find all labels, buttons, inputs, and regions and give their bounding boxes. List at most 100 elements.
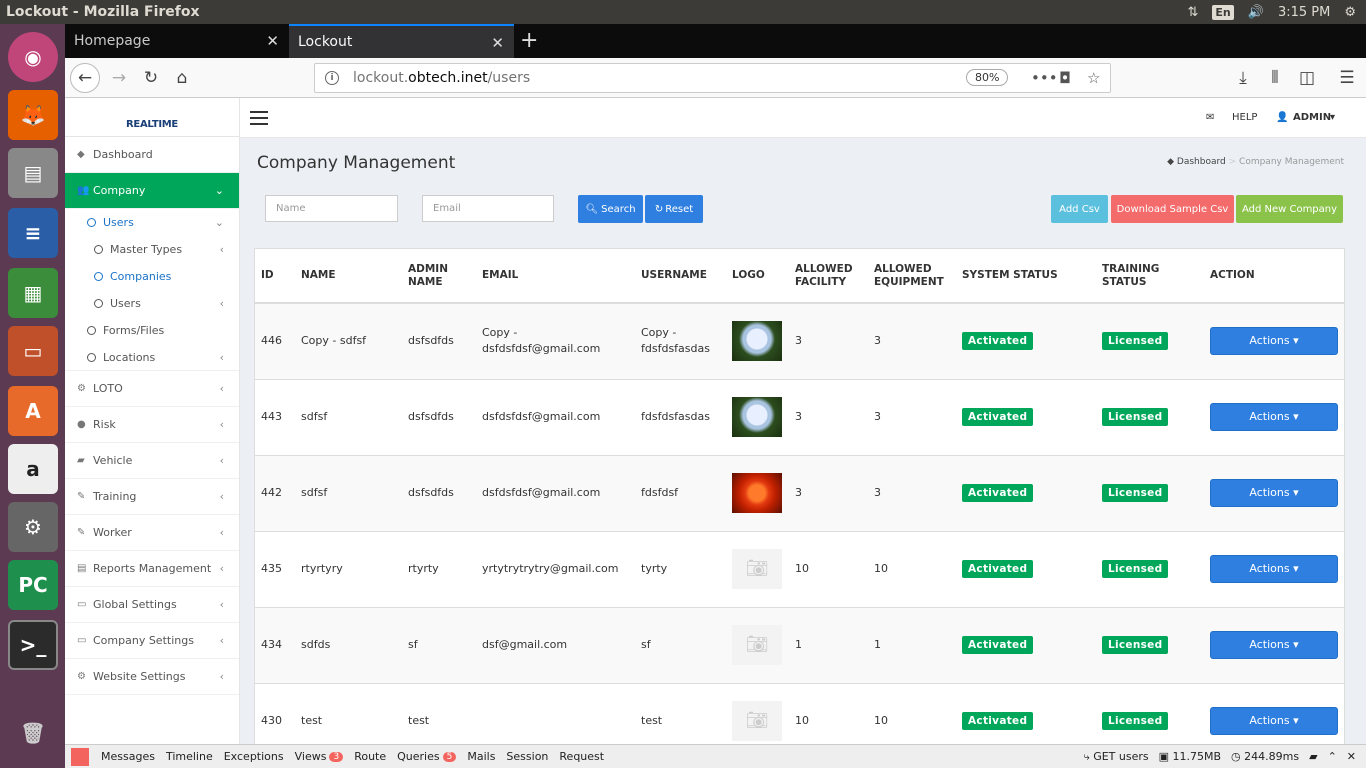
name-filter-input[interactable]: Name xyxy=(265,195,398,222)
debugbar-tab[interactable]: Messages xyxy=(101,750,155,763)
impress-icon[interactable]: ▭ xyxy=(8,326,58,376)
back-icon[interactable]: ← xyxy=(70,63,100,93)
actions-dropdown-button[interactable]: Actions ▾ xyxy=(1210,403,1338,431)
close-tab-icon[interactable]: ✕ xyxy=(491,34,504,52)
software-center-icon[interactable]: A xyxy=(8,386,58,436)
close-tab-icon[interactable]: ✕ xyxy=(266,32,279,50)
sidebar-item-worker[interactable]: ✎ Worker ‹ xyxy=(65,515,239,551)
menu-icon[interactable]: ☰ xyxy=(1333,64,1361,92)
chevron-left-icon: ‹ xyxy=(219,562,224,575)
cell-email: dsfdsfdsf@gmail.com xyxy=(476,454,635,531)
bookmark-star-icon[interactable]: ☆ xyxy=(1087,69,1100,87)
firefox-icon[interactable]: 🦊 xyxy=(8,90,58,140)
search-icon: 🔍︎ xyxy=(585,203,599,215)
debugbar-tab[interactable]: Queries 5 xyxy=(397,750,457,763)
actions-dropdown-button[interactable]: Actions ▾ xyxy=(1210,555,1338,583)
page-actions-icon[interactable]: ••• xyxy=(1031,69,1058,87)
debugbar-logo-icon[interactable] xyxy=(71,747,89,766)
downloads-icon[interactable]: ⤓ xyxy=(1229,64,1257,92)
volume-icon[interactable]: 🔊 xyxy=(1248,5,1264,20)
terminal-icon[interactable]: >_ xyxy=(8,620,58,670)
company-logo-image xyxy=(732,321,782,362)
amazon-icon[interactable]: a xyxy=(8,444,58,494)
sidebar-item-vehicle[interactable]: ▰ Vehicle ‹ xyxy=(65,443,239,479)
library-icon[interactable]: ⫴ xyxy=(1261,64,1289,92)
debugbar-tab[interactable]: Session xyxy=(506,750,548,763)
url-path: /users xyxy=(487,70,531,86)
app-logo[interactable]: REALTIME xyxy=(65,98,239,137)
launcher: ◉ 🦊 ▤ ≡ ▦ ▭ A a ⚙ PC >_ 🗑 xyxy=(0,24,65,768)
http-method[interactable]: ⤷ GET users xyxy=(1084,750,1149,764)
sidebar-item-dashboard[interactable]: ◆ Dashboard xyxy=(65,137,239,173)
actions-dropdown-button[interactable]: Actions ▾ xyxy=(1210,327,1338,356)
sidebar-subitem-locations[interactable]: Locations ‹ xyxy=(65,344,239,371)
home-icon[interactable]: ⌂ xyxy=(168,64,196,92)
sidebar-subitem-forms-files[interactable]: Forms/Files xyxy=(65,317,239,344)
debugbar-tab[interactable]: Exceptions xyxy=(224,750,284,763)
files-icon[interactable]: ▤ xyxy=(8,148,58,198)
calc-icon[interactable]: ▦ xyxy=(8,268,58,318)
close-icon[interactable]: ✕ xyxy=(1347,750,1356,764)
caret-down-icon[interactable]: ▾ xyxy=(1330,112,1335,123)
add-csv-button[interactable]: Add Csv xyxy=(1051,195,1108,223)
zoom-indicator[interactable]: 80% xyxy=(966,69,1009,86)
debugbar-tab[interactable]: Timeline xyxy=(166,750,213,763)
breadcrumb-home[interactable]: Dashboard xyxy=(1177,157,1226,167)
sidebar-subitem-master-types[interactable]: Master Types ‹ xyxy=(65,236,239,263)
chevron-up-icon[interactable]: ⌃ xyxy=(1328,750,1337,764)
trash-icon[interactable]: 🗑 xyxy=(8,708,58,758)
url-bar[interactable]: i lockout.obtech.inet/users 80% ••• ◘ ☆ xyxy=(314,63,1111,93)
debugbar-tab[interactable]: Request xyxy=(559,750,604,763)
sidebar-subitem-companies[interactable]: Companies xyxy=(65,263,239,290)
sidebar-item-reports-management[interactable]: ▤ Reports Management ‹ xyxy=(65,551,239,587)
column-header: NAME xyxy=(295,249,402,304)
tab-lockout[interactable]: Lockout ✕ xyxy=(289,24,514,58)
search-button[interactable]: 🔍︎ Search xyxy=(578,195,643,223)
site-info-icon[interactable]: i xyxy=(325,71,339,85)
cell-logo: 📷︎ xyxy=(726,606,789,683)
cell-allowed-facility: 1 xyxy=(789,606,868,683)
reload-icon[interactable]: ↻ xyxy=(137,64,165,92)
open-folder-icon[interactable]: ▰ xyxy=(1309,750,1317,764)
sidebar-subitem-users-2[interactable]: Users ‹ xyxy=(65,290,239,317)
cell-username: fdsfdsf xyxy=(635,454,726,531)
chevron-left-icon: ‹ xyxy=(219,670,224,683)
clock[interactable]: 3:15 PM xyxy=(1278,5,1330,20)
sidebar-item-website-settings[interactable]: ⚙ Website Settings ‹ xyxy=(65,659,239,695)
pycharm-icon[interactable]: PC xyxy=(8,560,58,610)
status-badge: Licensed xyxy=(1102,560,1169,578)
keyboard-layout[interactable]: En xyxy=(1212,4,1234,20)
help-link[interactable]: HELP xyxy=(1232,112,1257,123)
sidebar-item-global-settings[interactable]: ▭ Global Settings ‹ xyxy=(65,587,239,623)
sidebar-toggle-icon[interactable]: ◫ xyxy=(1293,64,1321,92)
cell-system-status: Activated xyxy=(956,454,1096,531)
envelope-icon[interactable]: ✉ xyxy=(1206,112,1214,123)
debugbar-tab[interactable]: Route xyxy=(354,750,386,763)
add-new-company-button[interactable]: Add New Company xyxy=(1236,195,1343,223)
debugbar-tab[interactable]: Views 3 xyxy=(295,750,344,763)
writer-icon[interactable]: ≡ xyxy=(8,208,58,258)
reset-button[interactable]: ↻ Reset xyxy=(645,195,703,223)
download-sample-csv-button[interactable]: Download Sample Csv xyxy=(1111,195,1234,223)
sidebar-item-training[interactable]: ✎ Training ‹ xyxy=(65,479,239,515)
user-menu[interactable]: ADMIN xyxy=(1293,112,1331,123)
sidebar-item-company[interactable]: 👥 Company ⌄ xyxy=(65,173,239,209)
sidebar-subitem-users[interactable]: Users ⌄ xyxy=(65,209,239,236)
pocket-icon[interactable]: ◘ xyxy=(1059,69,1071,87)
actions-dropdown-button[interactable]: Actions ▾ xyxy=(1210,479,1338,507)
sidebar-item-company-settings[interactable]: ▭ Company Settings ‹ xyxy=(65,623,239,659)
settings-gear-icon[interactable]: ⚙ xyxy=(1344,5,1356,20)
system-settings-icon[interactable]: ⚙ xyxy=(8,502,58,552)
hamburger-menu-icon[interactable] xyxy=(250,111,268,129)
ubuntu-dash-icon[interactable]: ◉ xyxy=(8,32,58,82)
sidebar-item-loto[interactable]: ⚙ LOTO ‹ xyxy=(65,371,239,407)
forward-icon[interactable]: → xyxy=(105,64,133,92)
actions-dropdown-button[interactable]: Actions ▾ xyxy=(1210,707,1338,736)
email-filter-input[interactable]: Email xyxy=(422,195,554,222)
tab-homepage[interactable]: Homepage ✕ xyxy=(65,24,289,58)
actions-dropdown-button[interactable]: Actions ▾ xyxy=(1210,631,1338,659)
sidebar-item-risk[interactable]: ● Risk ‹ xyxy=(65,407,239,443)
debugbar-tab[interactable]: Mails xyxy=(467,750,495,763)
new-tab-icon[interactable]: + xyxy=(520,28,538,53)
network-icon[interactable]: ⇅ xyxy=(1188,5,1199,20)
